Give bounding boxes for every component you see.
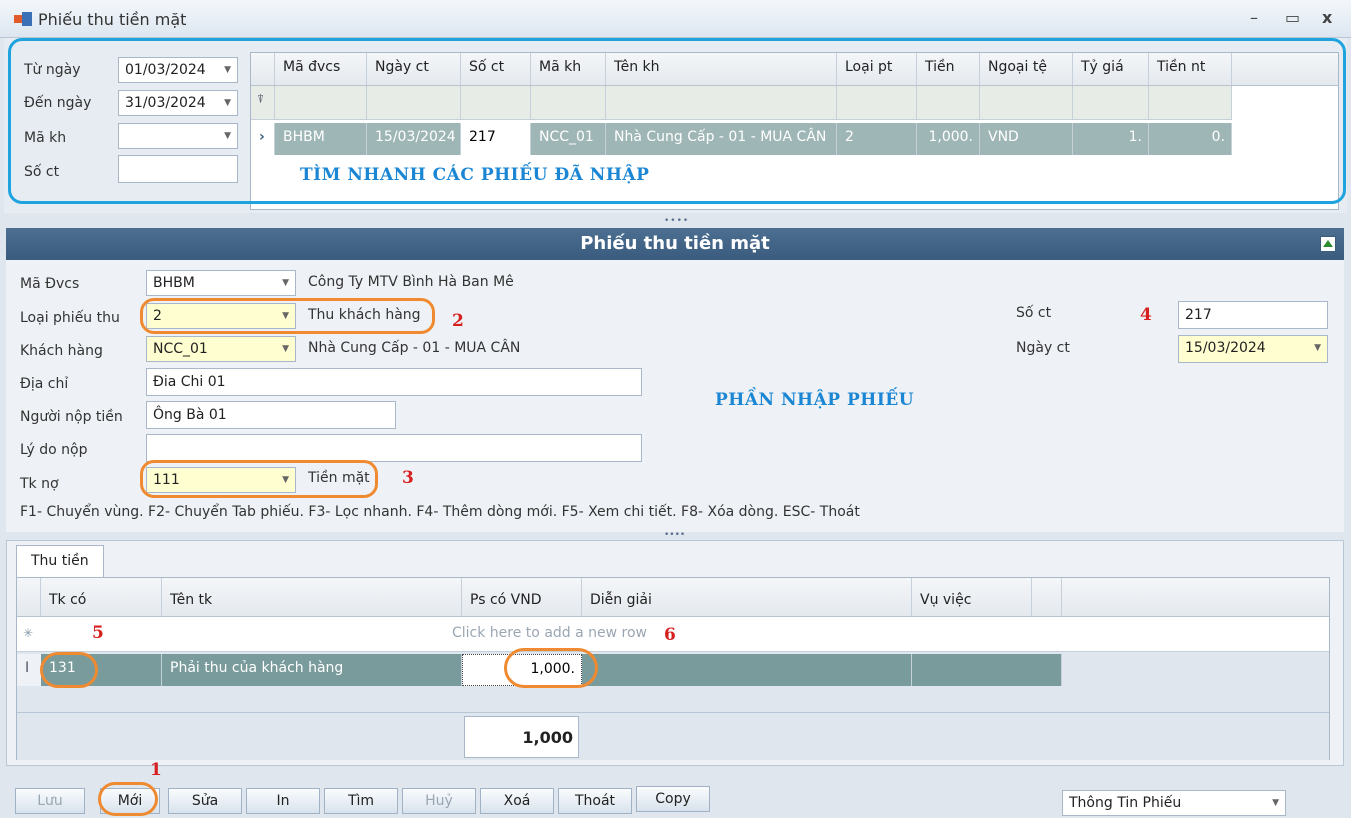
app-icon xyxy=(14,12,32,28)
search-highlight xyxy=(8,38,1346,204)
customer-name: Nhà Cung Cấp - 01 - MUA CÂN xyxy=(308,340,521,356)
marker-4: 4 xyxy=(1140,305,1152,325)
total-bar: 1,000 xyxy=(17,712,1329,760)
title-bar: Phiếu thu tiền mặt – ▭ x xyxy=(0,0,1351,38)
payer-label: Người nộp tiền xyxy=(20,409,123,425)
form-annotation: PHẦN NHẬP PHIẾU xyxy=(715,390,915,410)
info-select[interactable]: Thông Tin Phiếu ▼ xyxy=(1062,790,1286,816)
col-account-name[interactable]: Tên tk xyxy=(162,578,462,616)
find-button[interactable]: Tìm xyxy=(324,788,398,814)
address-field[interactable]: Đia Chi 01 xyxy=(146,368,642,396)
chevron-down-icon: ▼ xyxy=(282,278,289,288)
form-header: Phiếu thu tiền mặt xyxy=(6,228,1344,260)
print-button[interactable]: In xyxy=(246,788,320,814)
chevron-down-icon: ▼ xyxy=(1314,343,1321,353)
copy-button[interactable]: Copy xyxy=(636,786,710,812)
tab-thu-tien[interactable]: Thu tiền xyxy=(16,545,104,577)
col-case[interactable]: Vụ việc xyxy=(912,578,1032,616)
docno-label: Số ct xyxy=(1016,305,1052,321)
type-label: Loại phiếu thu xyxy=(20,310,120,326)
highlight-3 xyxy=(140,460,378,498)
unit-name: Công Ty MTV Bình Hà Ban Mê xyxy=(308,274,514,290)
splitter-grip-2: •••• xyxy=(664,530,686,540)
collapse-icon[interactable] xyxy=(1320,236,1336,252)
edit-button[interactable]: Sửa xyxy=(168,788,242,814)
customer-field[interactable]: NCC_01 ▼ xyxy=(146,336,296,362)
highlight-2 xyxy=(140,298,435,334)
save-button[interactable]: Lưu xyxy=(15,788,85,814)
chevron-down-icon: ▼ xyxy=(282,344,289,354)
close-button[interactable]: x xyxy=(1322,8,1332,27)
reason-field[interactable] xyxy=(146,434,642,462)
docno-field[interactable]: 217 xyxy=(1178,301,1328,329)
col-credit-account[interactable]: Tk có xyxy=(41,578,162,616)
hotkeys-hint: F1- Chuyển vùng. F2- Chuyển Tab phiếu. F… xyxy=(20,504,860,520)
chevron-down-icon: ▼ xyxy=(1272,798,1279,808)
row-edit-icon: I xyxy=(17,654,41,686)
marker-3: 3 xyxy=(402,468,414,488)
maximize-button[interactable]: ▭ xyxy=(1285,8,1300,27)
marker-1: 1 xyxy=(150,760,162,780)
exit-button[interactable]: Thoát xyxy=(558,788,632,814)
debit-label: Tk nợ xyxy=(20,476,59,492)
marker-6: 6 xyxy=(664,625,676,645)
splitter-grip: •••• xyxy=(664,216,690,226)
delete-button[interactable]: Xoá xyxy=(480,788,554,814)
highlight-1 xyxy=(98,782,158,816)
col-description[interactable]: Diễn giải xyxy=(582,578,912,616)
marker-5: 5 xyxy=(92,623,104,643)
highlight-6 xyxy=(504,648,598,688)
address-label: Địa chỉ xyxy=(20,376,69,392)
window-title: Phiếu thu tiền mặt xyxy=(38,10,187,29)
cancel-button[interactable]: Huỷ xyxy=(402,788,476,814)
customer-label: Khách hàng xyxy=(20,343,103,359)
date-field[interactable]: 15/03/2024 ▼ xyxy=(1178,335,1328,363)
payer-field[interactable]: Ông Bà 01 xyxy=(146,401,396,429)
total-value: 1,000 xyxy=(464,716,579,758)
date-label: Ngày ct xyxy=(1016,340,1070,356)
unit-label: Mã Đvcs xyxy=(20,276,80,292)
asterisk-icon: ✳ xyxy=(23,626,34,640)
marker-2: 2 xyxy=(452,311,464,331)
detail-grid-header: Tk có Tên tk Ps có VND Diễn giải Vụ việc xyxy=(17,578,1329,617)
col-amount-vnd[interactable]: Ps có VND xyxy=(462,578,582,616)
reason-label: Lý do nộp xyxy=(20,442,88,458)
highlight-5 xyxy=(40,652,98,688)
minimize-button[interactable]: – xyxy=(1250,8,1258,27)
unit-field[interactable]: BHBM ▼ xyxy=(146,270,296,296)
new-row-hint: Click here to add a new row xyxy=(452,625,647,641)
detail-grid: Tk có Tên tk Ps có VND Diễn giải Vụ việc… xyxy=(16,577,1330,760)
